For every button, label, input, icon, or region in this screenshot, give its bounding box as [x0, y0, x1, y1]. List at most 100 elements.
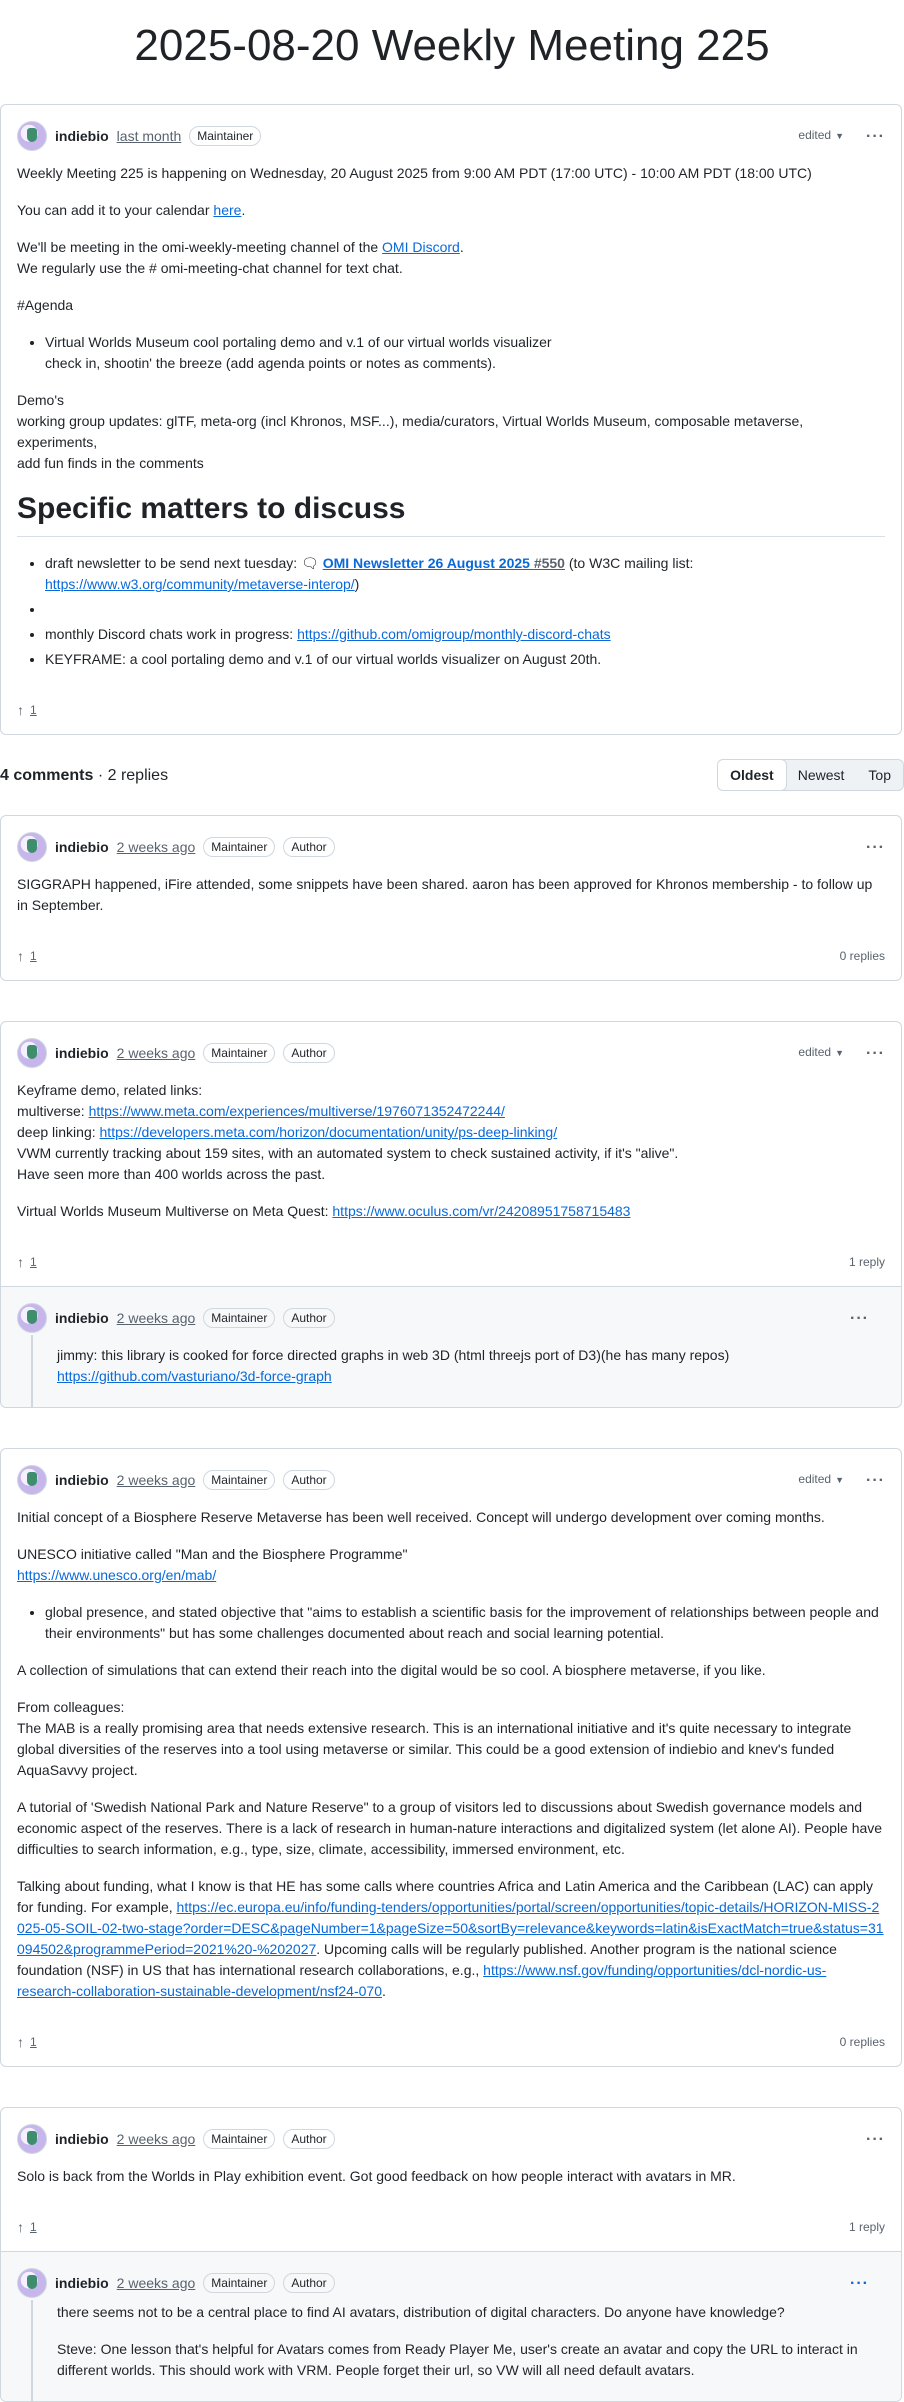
funding-block: Talking about funding, what I know is th…	[17, 1876, 885, 2002]
upvote-count: 1	[30, 1254, 37, 1269]
demos-line: Demo's	[17, 392, 65, 408]
comment-line: Have seen more than 400 worlds across th…	[17, 1166, 326, 1182]
edited-label: edited	[798, 128, 832, 142]
comments-header: 4 comments · 2 replies Oldest Newest Top	[0, 757, 904, 793]
kebab-menu-icon[interactable]: ···	[866, 1470, 885, 1491]
tab-oldest[interactable]: Oldest	[718, 760, 787, 790]
kebab-menu-icon[interactable]: ···	[866, 2129, 885, 2150]
discord-link[interactable]: OMI Discord	[382, 239, 460, 255]
chevron-down-icon: ▼	[835, 1475, 845, 1485]
period: .	[382, 1983, 386, 1999]
comment-footer: ↑ 1 1 reply	[1, 2203, 901, 2251]
comment-header: indiebio 2 weeks ago Maintainer Author e…	[1, 1449, 901, 1499]
tab-top[interactable]: Top	[856, 760, 903, 790]
post-time[interactable]: last month	[117, 126, 182, 147]
chevron-down-icon: ▼	[835, 131, 845, 141]
author-name[interactable]: indiebio	[55, 1470, 109, 1491]
matters-list: draft newsletter to be send next tuesday…	[17, 553, 885, 670]
discord-chats-link[interactable]: https://github.com/omigroup/monthly-disc…	[297, 626, 611, 642]
maintainer-badge: Maintainer	[203, 1470, 276, 1490]
avatar[interactable]	[17, 832, 47, 862]
replies-count: 2 replies	[107, 766, 169, 784]
author-name[interactable]: indiebio	[55, 1043, 109, 1064]
list-item: KEYFRAME: a cool portaling demo and v.1 …	[45, 649, 885, 670]
comments-count: 4 comments	[0, 766, 94, 784]
author-name[interactable]: indiebio	[55, 126, 109, 147]
deep-linking-link[interactable]: https://developers.meta.com/horizon/docu…	[100, 1124, 558, 1140]
oculus-link[interactable]: https://www.oculus.com/vr/24208951758715…	[332, 1203, 630, 1219]
author-name[interactable]: indiebio	[55, 1308, 109, 1329]
kebab-menu-icon[interactable]: ···	[866, 1043, 885, 1064]
comment-text: Solo is back from the Worlds in Play exh…	[17, 2168, 736, 2184]
comment-body: SIGGRAPH happened, iFire attended, some …	[1, 866, 901, 916]
demos-line: add fun finds in the comments	[17, 455, 204, 471]
avatar[interactable]	[17, 2124, 47, 2154]
list-item-empty	[45, 599, 885, 620]
kebab-menu-icon[interactable]: ···	[866, 837, 885, 858]
newsletter-link[interactable]: OMI Newsletter 26 August 2025 #550	[323, 555, 565, 571]
multiverse-link[interactable]: https://www.meta.com/experiences/multive…	[89, 1103, 505, 1119]
upvote-button[interactable]: ↑ 1	[17, 946, 37, 967]
upvote-arrow-icon: ↑	[17, 1253, 24, 1270]
author-badge: Author	[283, 1043, 335, 1063]
period: .	[241, 202, 246, 218]
reply-time[interactable]: 2 weeks ago	[117, 2273, 196, 2294]
edited-dropdown[interactable]: edited ▼	[798, 1469, 844, 1491]
avatar[interactable]	[17, 2268, 47, 2298]
comment-line: multiverse:	[17, 1103, 89, 1119]
comment-time[interactable]: 2 weeks ago	[117, 1043, 196, 1064]
reply-time[interactable]: 2 weeks ago	[117, 1308, 196, 1329]
reply-body: there seems not to be a central place to…	[17, 2302, 901, 2401]
author-name[interactable]: indiebio	[55, 2129, 109, 2150]
avatar[interactable]	[17, 1465, 47, 1495]
quest-line: Virtual Worlds Museum Multiverse on Meta…	[17, 1201, 885, 1222]
thread-rail	[31, 1335, 33, 1407]
upvote-count: 1	[30, 948, 37, 963]
comment-text: A tutorial of 'Swedish National Park and…	[17, 1799, 883, 1857]
kebab-menu-icon[interactable]: ···	[850, 2273, 869, 2294]
discussion-icon: 🗨	[301, 555, 323, 571]
comment-line: Keyframe demo, related links:	[17, 1082, 203, 1098]
agenda-list: Virtual Worlds Museum cool portaling dem…	[17, 332, 885, 374]
edited-dropdown[interactable]: edited ▼	[798, 1042, 844, 1064]
comment-time[interactable]: 2 weeks ago	[117, 1470, 196, 1491]
matter-text: (to W3C mailing list:	[564, 555, 694, 571]
comment-line: deep linking:	[17, 1124, 100, 1140]
avatar[interactable]	[17, 1038, 47, 1068]
reply-text: jimmy: this library is cooked for force …	[57, 1345, 885, 1387]
upvote-button[interactable]: ↑ 1	[17, 1252, 37, 1273]
links-block: Keyframe demo, related links: multiverse…	[17, 1080, 885, 1185]
period: .	[459, 239, 464, 255]
comment: indiebio 2 weeks ago Maintainer Author ·…	[0, 2107, 902, 2402]
comment-time[interactable]: 2 weeks ago	[117, 837, 196, 858]
tab-newest[interactable]: Newest	[786, 760, 857, 790]
w3c-link[interactable]: https://www.w3.org/community/metaverse-i…	[45, 576, 355, 592]
comment-body: Solo is back from the Worlds in Play exh…	[1, 2158, 901, 2187]
unesco-link[interactable]: https://www.unesco.org/en/mab/	[17, 1567, 216, 1583]
edited-dropdown[interactable]: edited ▼	[798, 125, 844, 147]
maintainer-badge: Maintainer	[203, 2129, 276, 2149]
post-body: Weekly Meeting 225 is happening on Wedne…	[1, 155, 901, 670]
avatar[interactable]	[17, 1303, 47, 1333]
calendar-line: You can add it to your calendar here.	[17, 200, 885, 221]
comment: indiebio 2 weeks ago Maintainer Author ·…	[0, 815, 902, 981]
force-graph-link[interactable]: https://github.com/vasturiano/3d-force-g…	[57, 1368, 332, 1384]
upvote-button[interactable]: ↑ 1	[17, 2032, 37, 2053]
reply-header: indiebio 2 weeks ago Maintainer Author ·…	[17, 2252, 901, 2302]
reply: indiebio 2 weeks ago Maintainer Author ·…	[1, 1286, 901, 1407]
comment-header: indiebio 2 weeks ago Maintainer Author e…	[1, 1022, 901, 1072]
upvote-button[interactable]: ↑ 1	[17, 2217, 37, 2238]
discord-line: We'll be meeting in the omi-weekly-meeti…	[17, 237, 885, 279]
author-name[interactable]: indiebio	[55, 837, 109, 858]
calendar-link[interactable]: here	[213, 202, 241, 218]
comment-time[interactable]: 2 weeks ago	[117, 2129, 196, 2150]
upvote-button[interactable]: ↑ 1	[17, 700, 37, 721]
comment-footer: ↑ 1 0 replies	[1, 932, 901, 980]
kebab-menu-icon[interactable]: ···	[850, 1308, 869, 1329]
author-name[interactable]: indiebio	[55, 2273, 109, 2294]
maintainer-badge: Maintainer	[189, 126, 262, 146]
avatar[interactable]	[17, 121, 47, 151]
comment-footer: ↑ 1 1 reply	[1, 1238, 901, 1286]
kebab-menu-icon[interactable]: ···	[866, 126, 885, 147]
reply: indiebio 2 weeks ago Maintainer Author ·…	[1, 2251, 901, 2401]
